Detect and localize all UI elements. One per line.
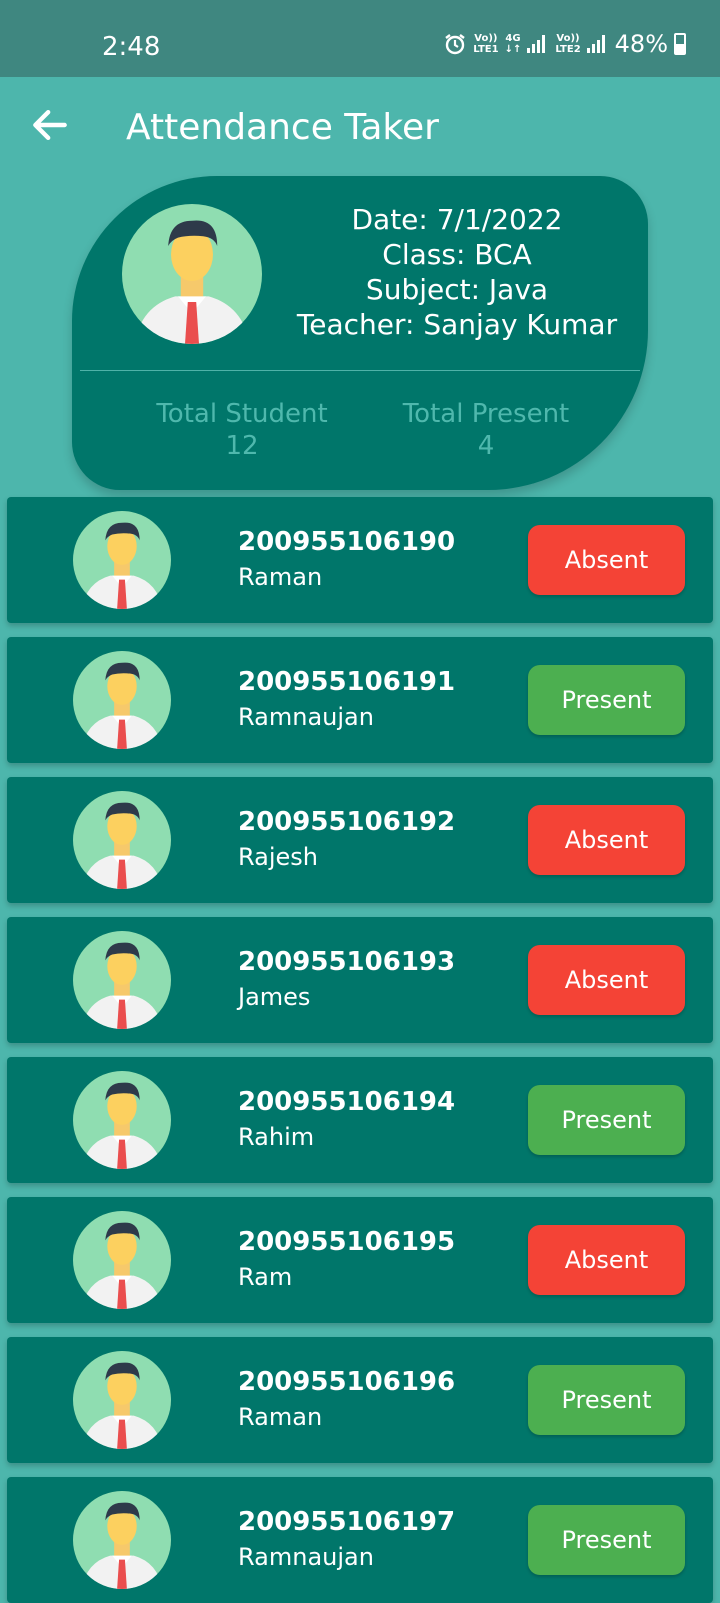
student-row: 200955106190 Raman Absent <box>7 497 713 623</box>
total-student-value: 12 <box>225 431 259 461</box>
status-bar: 2:48 Vo)) LTE1 4G ↓↑ Vo)) LTE2 48% <box>0 0 720 77</box>
sim1-indicator: Vo)) LTE1 <box>473 33 499 55</box>
total-present-value: 4 <box>477 431 495 461</box>
student-roll-number: 200955106196 <box>238 1367 456 1397</box>
student-roll-number: 200955106192 <box>238 807 456 837</box>
student-avatar <box>73 931 171 1029</box>
student-row: 200955106197 Ramnaujan Present <box>7 1477 713 1603</box>
attendance-status-button[interactable]: Present <box>528 1365 685 1435</box>
attendance-status-button[interactable]: Absent <box>528 525 685 595</box>
student-avatar <box>73 651 171 749</box>
attendance-status-button[interactable]: Absent <box>528 945 685 1015</box>
status-icons: Vo)) LTE1 4G ↓↑ Vo)) LTE2 48% <box>443 30 686 58</box>
attendance-status-button[interactable]: Present <box>528 1505 685 1575</box>
page-title: Attendance Taker <box>126 107 439 148</box>
student-name: Ramnaujan <box>238 703 374 731</box>
student-name: Rajesh <box>238 843 319 871</box>
student-roll-number: 200955106195 <box>238 1227 456 1257</box>
data-indicator: 4G ↓↑ <box>504 33 522 55</box>
student-avatar <box>73 1491 171 1589</box>
back-arrow-icon[interactable] <box>28 103 72 147</box>
student-roll-number: 200955106194 <box>238 1087 456 1117</box>
student-name: Rahim <box>238 1123 315 1151</box>
subject-text: Subject: Java <box>365 273 549 306</box>
class-text: Class: BCA <box>382 238 532 271</box>
student-roll-number: 200955106191 <box>238 667 456 697</box>
signal-icon <box>527 35 546 53</box>
student-avatar <box>73 791 171 889</box>
student-roll-number: 200955106193 <box>238 947 456 977</box>
student-roll-number: 200955106197 <box>238 1507 456 1537</box>
student-avatar <box>73 511 171 609</box>
attendance-status-button[interactable]: Absent <box>528 805 685 875</box>
total-present-stat: Total Present 4 <box>386 398 586 462</box>
student-row: 200955106192 Rajesh Absent <box>7 777 713 903</box>
status-time: 2:48 <box>102 32 161 62</box>
student-name: Raman <box>238 1403 323 1431</box>
student-name: Raman <box>238 563 323 591</box>
teacher-text: Teacher: Sanjay Kumar <box>296 308 618 341</box>
student-name: Ram <box>238 1263 293 1291</box>
student-row: 200955106193 James Absent <box>7 917 713 1043</box>
attendance-status-button[interactable]: Present <box>528 1085 685 1155</box>
total-student-label: Total Student <box>156 399 328 429</box>
student-row: 200955106194 Rahim Present <box>7 1057 713 1183</box>
alarm-icon <box>445 34 465 55</box>
divider <box>80 370 640 371</box>
student-name: James <box>238 983 311 1011</box>
student-row: 200955106196 Raman Present <box>7 1337 713 1463</box>
student-row: 200955106191 Ramnaujan Present <box>7 637 713 763</box>
date-text: Date: 7/1/2022 <box>351 203 563 236</box>
attendance-status-button[interactable]: Present <box>528 665 685 735</box>
student-avatar <box>73 1351 171 1449</box>
student-avatar <box>73 1071 171 1169</box>
student-name: Ramnaujan <box>238 1543 374 1571</box>
attendance-status-button[interactable]: Absent <box>528 1225 685 1295</box>
battery-icon <box>674 33 686 55</box>
student-roll-number: 200955106190 <box>238 527 456 557</box>
teacher-avatar <box>122 204 262 344</box>
battery-level: 48% <box>614 30 668 58</box>
student-avatar <box>73 1211 171 1309</box>
sim2-indicator: Vo)) LTE2 <box>555 33 581 55</box>
signal-icon <box>586 35 605 53</box>
app-bar: Attendance Taker <box>0 77 720 179</box>
class-summary-card: Date: 7/1/2022 Class: BCA Subject: Java … <box>72 176 648 490</box>
student-row: 200955106195 Ram Absent <box>7 1197 713 1323</box>
total-student-stat: Total Student 12 <box>142 398 342 462</box>
total-present-label: Total Present <box>402 399 570 429</box>
class-info: Date: 7/1/2022 Class: BCA Subject: Java … <box>292 202 622 342</box>
